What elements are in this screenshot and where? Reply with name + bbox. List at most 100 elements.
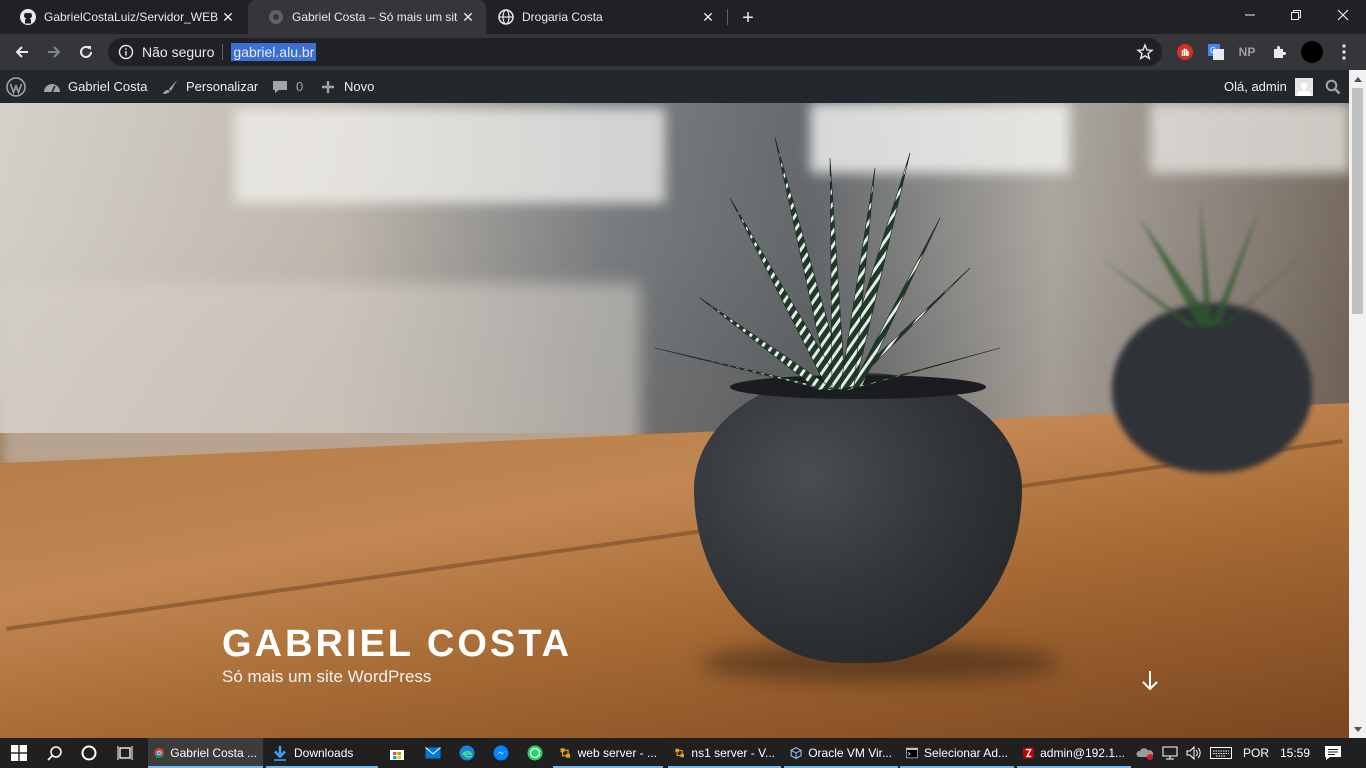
new-tab-button[interactable]: + <box>736 6 760 30</box>
notifications-icon[interactable] <box>1324 738 1342 768</box>
scroll-down-arrow-icon[interactable] <box>1349 721 1366 738</box>
scrollbar-thumb[interactable] <box>1352 88 1363 314</box>
back-button[interactable] <box>8 38 36 66</box>
security-label[interactable]: Não seguro <box>142 44 214 60</box>
taskbar-app-web-server[interactable]: web server - ... <box>553 738 663 768</box>
minimize-icon <box>1245 14 1255 16</box>
download-folder-icon <box>274 746 286 761</box>
taskbar-app-ns1-server[interactable]: ns1 server - V... <box>668 738 781 768</box>
customize-label: Personalizar <box>186 79 259 94</box>
dashboard-gauge-icon <box>42 77 62 97</box>
volume-tray-icon[interactable] <box>1186 738 1204 768</box>
whatsapp-app-icon[interactable] <box>520 738 550 768</box>
taskbar-app-label: Selecionar Ad... <box>923 746 1008 760</box>
profile-avatar[interactable] <box>1300 40 1324 64</box>
taskbar-app-filezilla[interactable]: admin@192.1... <box>1017 738 1131 768</box>
task-view-button[interactable] <box>110 738 140 768</box>
taskbar-app-label: admin@192.1... <box>1040 746 1125 760</box>
site-name-label: Gabriel Costa <box>68 79 148 94</box>
onedrive-tray-icon[interactable] <box>1136 738 1154 768</box>
minimize-button[interactable] <box>1227 0 1273 30</box>
np-extension-icon[interactable]: NP <box>1237 42 1257 62</box>
taskbar-app-cmd[interactable]: Selecionar Ad... <box>900 738 1014 768</box>
restore-button[interactable] <box>1273 0 1319 30</box>
succulent-plant <box>654 137 1001 391</box>
restore-icon <box>1291 10 1301 20</box>
brush-icon <box>160 77 180 97</box>
background-plant-leaves <box>1100 198 1310 328</box>
chrome-menu-icon[interactable] <box>1334 42 1354 62</box>
cortana-circle-icon <box>81 745 97 761</box>
background-window <box>1150 103 1349 173</box>
tab-github[interactable]: GabrielCostaLuiz/Servidor_WEB ✕ <box>0 0 246 34</box>
tab-gabriel-costa[interactable]: Gabriel Costa – Só mais um site W ✕ <box>248 0 486 34</box>
hero-header: GABRIEL COSTA Só mais um site WordPress <box>0 103 1349 738</box>
cmd-icon <box>906 747 918 759</box>
background-window <box>235 108 665 203</box>
close-window-button[interactable] <box>1320 0 1366 30</box>
virtualbox-icon <box>790 747 802 759</box>
cortana-button[interactable] <box>74 738 104 768</box>
network-tray-icon[interactable] <box>1162 738 1178 768</box>
wordpress-logo-button[interactable] <box>6 70 26 103</box>
url-text[interactable]: gabriel.alu.br <box>231 43 317 61</box>
search-button[interactable] <box>1325 70 1341 103</box>
close-tab-icon[interactable]: ✕ <box>698 7 718 27</box>
mail-app-icon[interactable] <box>418 738 448 768</box>
globe-icon <box>268 9 284 25</box>
arrow-left-icon <box>15 46 28 58</box>
scroll-down-button[interactable] <box>1140 669 1160 693</box>
reload-button[interactable] <box>72 38 100 66</box>
taskbar-app-label: Downloads <box>294 746 354 760</box>
plus-icon <box>318 77 338 97</box>
taskbar-app-chrome[interactable]: Gabriel Costa ... <box>148 738 263 768</box>
filezilla-icon <box>1023 747 1035 759</box>
github-icon <box>20 9 36 25</box>
comments-menu[interactable]: 0 <box>270 70 303 103</box>
tab-separator <box>727 9 728 25</box>
site-title[interactable]: GABRIEL COSTA <box>222 623 572 666</box>
site-tagline: Só mais um site WordPress <box>222 667 432 686</box>
messenger-app-icon[interactable] <box>486 738 516 768</box>
page-scrollbar[interactable] <box>1349 70 1366 738</box>
tab-drogaria-costa[interactable]: Drogaria Costa ✕ <box>488 0 726 34</box>
bookmark-star-icon[interactable] <box>1136 43 1154 61</box>
browser-toolbar: Não seguro gabriel.alu.br G NP <box>0 34 1366 70</box>
language-indicator[interactable]: POR <box>1243 738 1269 768</box>
network-icon <box>560 748 571 758</box>
close-tab-icon[interactable]: ✕ <box>458 7 478 27</box>
close-tab-icon[interactable]: ✕ <box>218 7 238 27</box>
address-bar[interactable]: Não seguro gabriel.alu.br <box>108 38 1162 66</box>
tab-title: GabrielCostaLuiz/Servidor_WEB <box>44 10 218 24</box>
close-icon <box>1337 9 1349 21</box>
windows-logo-icon <box>11 745 27 761</box>
search-icon <box>47 746 62 761</box>
account-menu[interactable]: Olá, admin <box>1224 70 1313 103</box>
edge-app-icon[interactable] <box>452 738 482 768</box>
info-icon[interactable] <box>118 44 134 60</box>
scroll-up-arrow-icon[interactable] <box>1349 70 1366 87</box>
taskbar-app-virtualbox[interactable]: Oracle VM Vir... <box>784 738 898 768</box>
new-content-menu[interactable]: Novo <box>318 70 374 103</box>
customize-menu[interactable]: Personalizar <box>160 70 258 103</box>
taskbar-app-label: Gabriel Costa ... <box>170 746 257 760</box>
taskbar-app-downloads[interactable]: Downloads <box>266 738 378 768</box>
keyboard-tray-icon[interactable] <box>1210 738 1232 768</box>
translate-extension-icon[interactable]: G <box>1206 42 1226 62</box>
start-button[interactable] <box>4 738 34 768</box>
extensions-puzzle-icon[interactable] <box>1269 42 1289 62</box>
globe-icon <box>498 9 514 25</box>
taskbar-app-label: ns1 server - V... <box>691 746 775 760</box>
background-plant-pot <box>1112 303 1312 473</box>
task-view-icon <box>117 746 133 760</box>
forward-button[interactable] <box>40 38 68 66</box>
site-name-menu[interactable]: Gabriel Costa <box>42 70 147 103</box>
clock[interactable]: 15:59 <box>1280 738 1310 768</box>
tab-strip: GabrielCostaLuiz/Servidor_WEB ✕ Gabriel … <box>0 0 1366 34</box>
store-app-icon[interactable] <box>382 738 412 768</box>
arrow-down-icon <box>1142 671 1158 691</box>
adblock-extension-icon[interactable] <box>1175 42 1195 62</box>
arrow-right-icon <box>48 46 61 58</box>
taskbar-search-button[interactable] <box>40 738 70 768</box>
windows-taskbar: Gabriel Costa ... Downloads web server -… <box>0 738 1366 768</box>
